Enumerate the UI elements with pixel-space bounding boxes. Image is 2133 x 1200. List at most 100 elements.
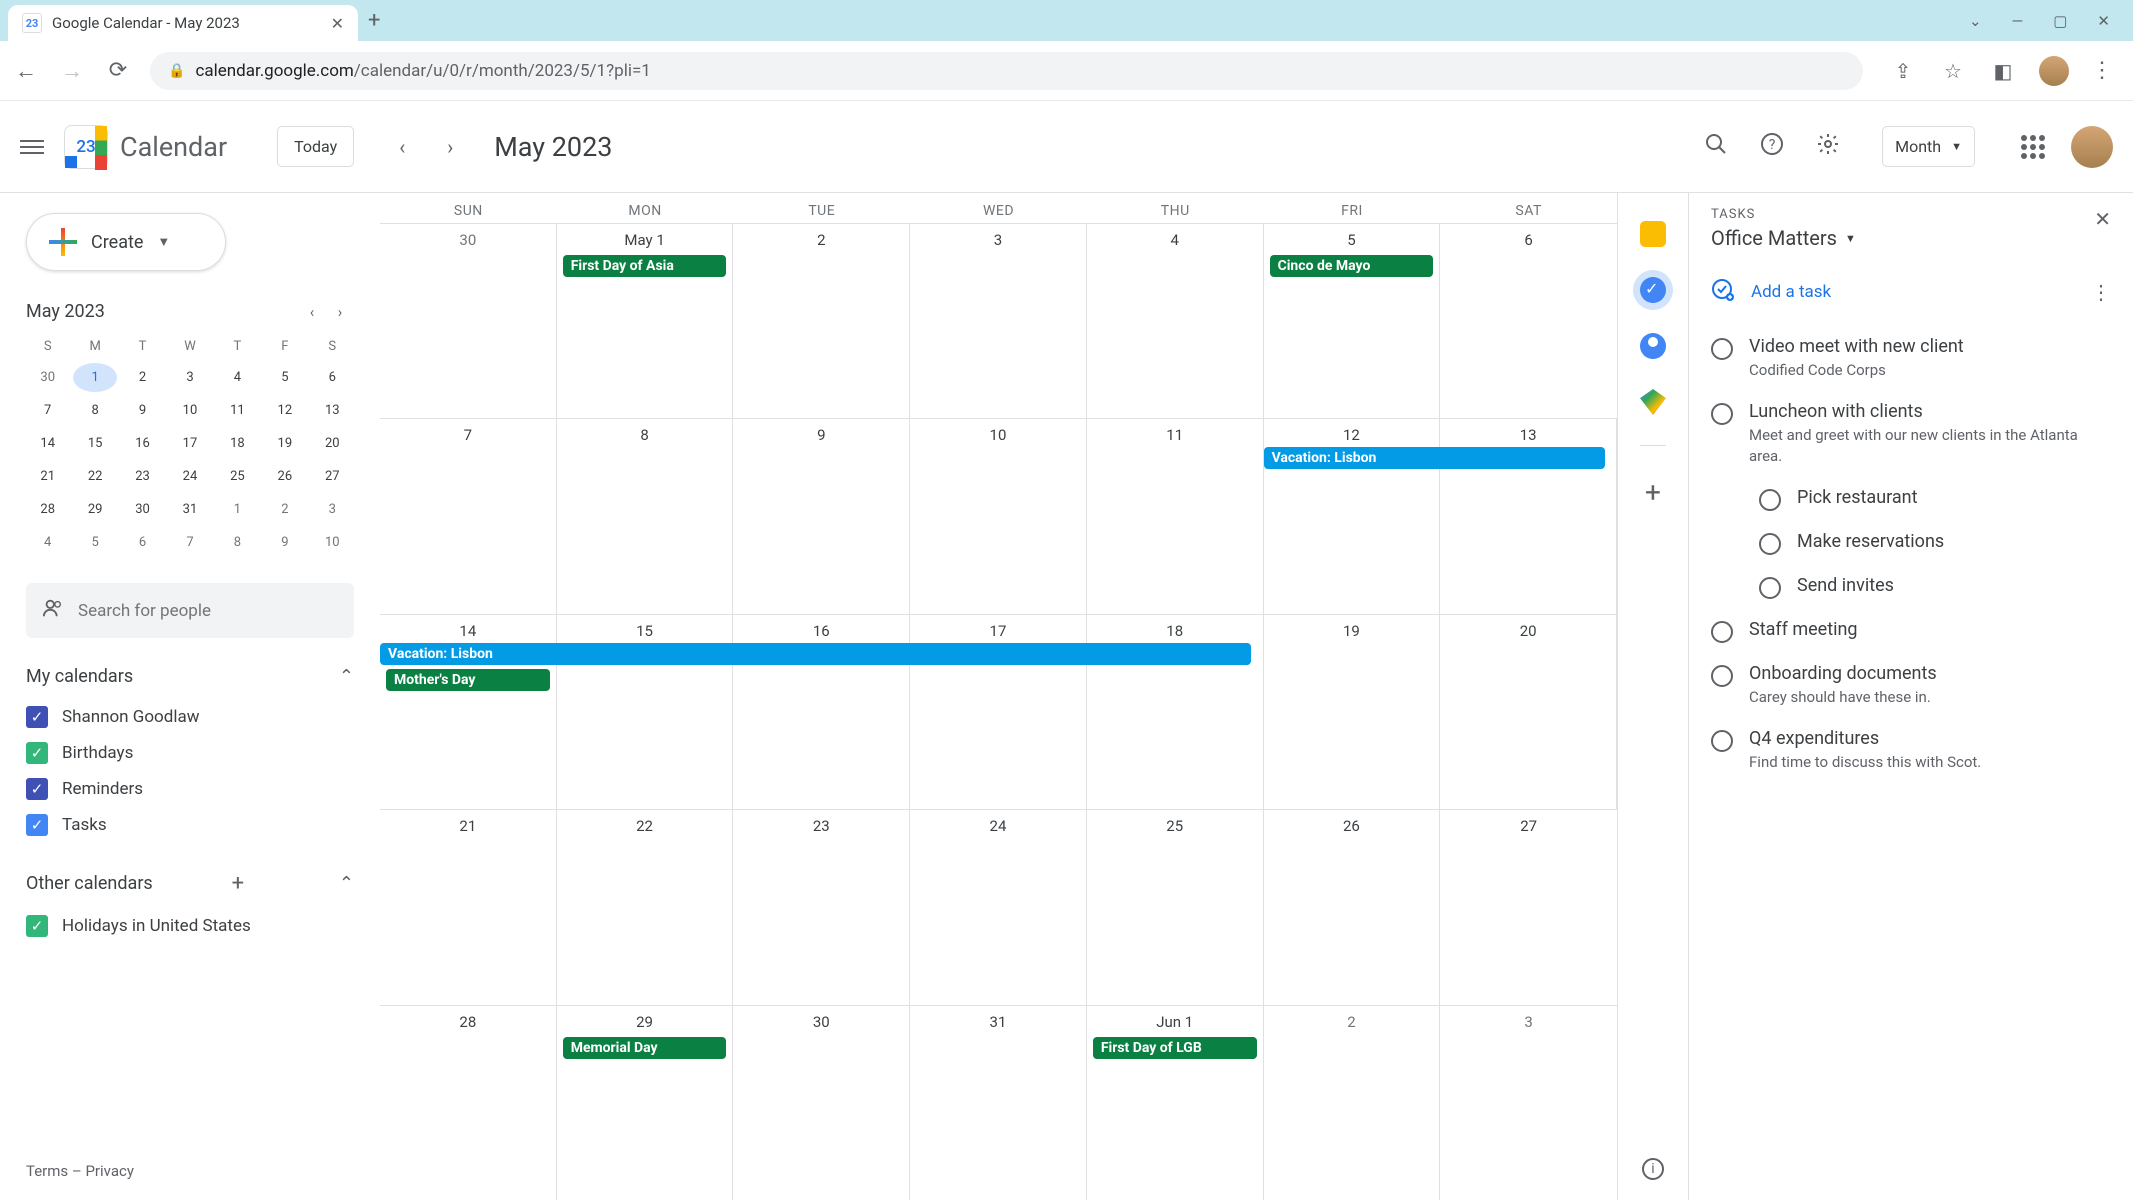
event-span[interactable]: Vacation: Lisbon bbox=[380, 643, 1251, 665]
day-cell[interactable]: 24 bbox=[910, 810, 1087, 1004]
profile-avatar[interactable] bbox=[2039, 56, 2069, 86]
mini-day[interactable]: 5 bbox=[73, 528, 116, 557]
mini-day[interactable]: 15 bbox=[73, 429, 116, 458]
mini-day[interactable]: 4 bbox=[26, 528, 69, 557]
privacy-link[interactable]: Privacy bbox=[85, 1162, 133, 1180]
minimize-icon[interactable]: — bbox=[2012, 12, 2024, 30]
mini-day[interactable]: 11 bbox=[216, 396, 259, 425]
mini-day[interactable]: 12 bbox=[263, 396, 306, 425]
mini-day[interactable]: 3 bbox=[311, 495, 354, 524]
mini-day[interactable]: 24 bbox=[168, 462, 211, 491]
event[interactable]: First Day of LGB bbox=[1093, 1037, 1257, 1059]
mini-day[interactable]: 30 bbox=[121, 495, 164, 524]
day-cell[interactable]: 3 bbox=[1440, 1006, 1617, 1200]
task-item[interactable]: Luncheon with clientsMeet and greet with… bbox=[1711, 391, 2111, 477]
mini-day[interactable]: 10 bbox=[168, 396, 211, 425]
mini-day[interactable]: 9 bbox=[121, 396, 164, 425]
task-checkbox[interactable] bbox=[1759, 577, 1781, 599]
task-menu-icon[interactable]: ⋮ bbox=[2091, 280, 2111, 304]
day-cell[interactable]: 28 bbox=[380, 1006, 557, 1200]
checkbox[interactable]: ✓ bbox=[26, 814, 48, 836]
day-cell[interactable]: Jun 1First Day of LGB bbox=[1087, 1006, 1264, 1200]
browser-tab[interactable]: 23 Google Calendar - May 2023 ✕ bbox=[8, 5, 358, 41]
day-cell[interactable]: 26 bbox=[1264, 810, 1441, 1004]
mini-day[interactable]: 8 bbox=[216, 528, 259, 557]
mini-day[interactable]: 2 bbox=[121, 363, 164, 392]
add-calendar-icon[interactable]: + bbox=[232, 871, 244, 896]
day-cell[interactable]: 2 bbox=[733, 224, 910, 418]
calendar-item[interactable]: ✓Reminders bbox=[26, 771, 354, 807]
calendar-item[interactable]: ✓Birthdays bbox=[26, 735, 354, 771]
day-cell[interactable]: 27 bbox=[1440, 810, 1617, 1004]
mini-day[interactable]: 30 bbox=[26, 363, 69, 392]
close-icon[interactable]: ✕ bbox=[331, 14, 344, 33]
mini-day[interactable]: 13 bbox=[311, 396, 354, 425]
mini-day[interactable]: 1 bbox=[73, 363, 116, 392]
day-cell[interactable]: 3 bbox=[910, 224, 1087, 418]
mini-day[interactable]: 14 bbox=[26, 429, 69, 458]
day-cell[interactable]: 23 bbox=[733, 810, 910, 1004]
mini-day[interactable]: 3 bbox=[168, 363, 211, 392]
maps-icon[interactable] bbox=[1640, 389, 1666, 415]
mini-day[interactable]: 7 bbox=[168, 528, 211, 557]
prev-month-icon[interactable]: ‹ bbox=[384, 135, 420, 159]
mini-next-icon[interactable]: › bbox=[326, 303, 354, 321]
day-cell[interactable]: 29Memorial Day bbox=[557, 1006, 734, 1200]
day-cell[interactable]: 21 bbox=[380, 810, 557, 1004]
task-checkbox[interactable] bbox=[1711, 403, 1733, 425]
create-button[interactable]: Create ▼ bbox=[26, 213, 226, 271]
mini-day[interactable]: 5 bbox=[263, 363, 306, 392]
terms-link[interactable]: Terms bbox=[26, 1162, 68, 1180]
reload-icon[interactable]: ⟳ bbox=[104, 58, 132, 83]
day-cell[interactable]: 4 bbox=[1087, 224, 1264, 418]
mini-day[interactable]: 4 bbox=[216, 363, 259, 392]
day-cell[interactable]: 11 bbox=[1087, 419, 1264, 613]
checkbox[interactable]: ✓ bbox=[26, 706, 48, 728]
contacts-icon[interactable] bbox=[1640, 333, 1666, 359]
task-item[interactable]: Onboarding documentsCarey should have th… bbox=[1711, 653, 2111, 718]
checkbox[interactable]: ✓ bbox=[26, 742, 48, 764]
sidepanel-icon[interactable]: ◧ bbox=[1989, 59, 2017, 83]
mini-day[interactable]: 7 bbox=[26, 396, 69, 425]
add-addon-icon[interactable]: + bbox=[1645, 476, 1661, 509]
chevron-down-icon[interactable]: ⌄ bbox=[1969, 12, 1982, 30]
people-search[interactable] bbox=[26, 583, 354, 638]
keep-icon[interactable] bbox=[1640, 221, 1666, 247]
mini-day[interactable]: 1 bbox=[216, 495, 259, 524]
mini-prev-icon[interactable]: ‹ bbox=[298, 303, 326, 321]
mini-day[interactable]: 28 bbox=[26, 495, 69, 524]
subtask-item[interactable]: Pick restaurant bbox=[1711, 477, 2111, 521]
people-search-input[interactable] bbox=[78, 601, 338, 621]
mini-day[interactable]: 20 bbox=[311, 429, 354, 458]
day-cell[interactable]: 19 bbox=[1264, 615, 1441, 809]
mini-day[interactable]: 25 bbox=[216, 462, 259, 491]
task-item[interactable]: Staff meeting bbox=[1711, 609, 2111, 653]
my-calendars-header[interactable]: My calendars ⌃ bbox=[26, 666, 354, 687]
task-checkbox[interactable] bbox=[1759, 533, 1781, 555]
task-checkbox[interactable] bbox=[1711, 338, 1733, 360]
task-checkbox[interactable] bbox=[1711, 665, 1733, 687]
tasks-app-icon[interactable] bbox=[1640, 277, 1666, 303]
next-month-icon[interactable]: › bbox=[432, 135, 468, 159]
day-cell[interactable]: May 1First Day of Asia bbox=[557, 224, 734, 418]
day-cell[interactable]: 2 bbox=[1264, 1006, 1441, 1200]
mini-day[interactable]: 8 bbox=[73, 396, 116, 425]
view-selector[interactable]: Month ▼ bbox=[1882, 126, 1975, 167]
day-cell[interactable]: 30 bbox=[380, 224, 557, 418]
mini-day[interactable]: 19 bbox=[263, 429, 306, 458]
browser-menu-icon[interactable]: ⋮ bbox=[2091, 58, 2113, 83]
back-icon[interactable]: ← bbox=[12, 58, 40, 84]
day-cell[interactable]: 6 bbox=[1440, 224, 1617, 418]
maximize-icon[interactable]: ▢ bbox=[2053, 12, 2067, 30]
mini-day[interactable]: 6 bbox=[311, 363, 354, 392]
event[interactable]: Memorial Day bbox=[563, 1037, 727, 1059]
calendar-item[interactable]: ✓Holidays in United States bbox=[26, 908, 354, 944]
mini-day[interactable]: 22 bbox=[73, 462, 116, 491]
day-cell[interactable]: 10 bbox=[910, 419, 1087, 613]
task-checkbox[interactable] bbox=[1711, 621, 1733, 643]
other-calendars-header[interactable]: Other calendars + ⌃ bbox=[26, 871, 354, 896]
tasks-list-selector[interactable]: Office Matters ▼ bbox=[1711, 226, 2094, 250]
today-button[interactable]: Today bbox=[277, 126, 354, 167]
day-cell[interactable]: 20 bbox=[1440, 615, 1617, 809]
task-checkbox[interactable] bbox=[1759, 489, 1781, 511]
